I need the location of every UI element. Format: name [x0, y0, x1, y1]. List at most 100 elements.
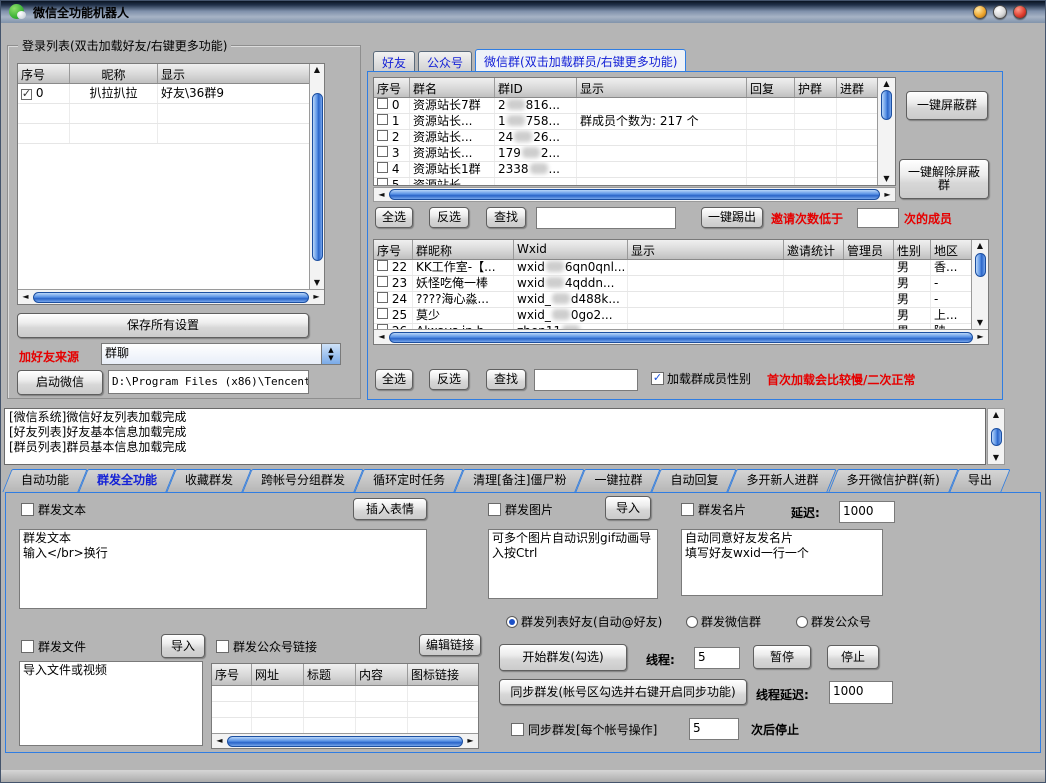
- member-row[interactable]: 24 ????海心淼... wxid_d488k... 男 -: [374, 292, 971, 308]
- block-groups-button[interactable]: 一键屏蔽群: [906, 91, 988, 120]
- col-admin[interactable]: 管理员: [844, 240, 894, 259]
- col-region[interactable]: 地区: [931, 240, 971, 259]
- tab-auto-functions[interactable]: 自动功能: [7, 469, 83, 492]
- log-vertical-scrollbar[interactable]: ▲ ▼: [987, 408, 1005, 465]
- accounts-vertical-scrollbar[interactable]: ▲ ▼: [309, 64, 324, 289]
- scroll-up-icon[interactable]: ▲: [881, 79, 892, 89]
- col-reply[interactable]: 回复: [747, 78, 795, 97]
- scroll-thumb[interactable]: [33, 292, 309, 303]
- groups-find-button[interactable]: 查找: [486, 207, 526, 228]
- groups-invert-button[interactable]: 反选: [429, 207, 469, 228]
- tab-mass-send[interactable]: 群发全功能: [83, 469, 171, 492]
- tab-export[interactable]: 导出: [954, 469, 1006, 492]
- tab-scheduled-tasks[interactable]: 循环定时任务: [359, 469, 459, 492]
- mass-card-area[interactable]: 自动同意好友发名片 填写好友wxid一行一个: [681, 529, 883, 596]
- tab-multi-newcomer[interactable]: 多开新人进群: [732, 469, 832, 492]
- sync-count-input[interactable]: 5: [689, 718, 739, 740]
- mass-text-option[interactable]: 群发文本: [21, 501, 86, 518]
- members-invert-button[interactable]: 反选: [429, 369, 469, 390]
- link-table-horizontal-scrollbar[interactable]: ◄ ►: [212, 733, 478, 748]
- import-image-button[interactable]: 导入: [605, 496, 651, 520]
- col-group-id[interactable]: 群ID: [495, 78, 577, 97]
- members-horizontal-scrollbar[interactable]: ◄ ►: [374, 329, 988, 344]
- groups-vertical-scrollbar[interactable]: ▲ ▼: [877, 78, 895, 185]
- tab-one-key-group-invite[interactable]: 一键拉群: [580, 469, 656, 492]
- thread-delay-input[interactable]: 1000: [829, 681, 893, 704]
- sync-per-account-checkbox[interactable]: [511, 723, 524, 736]
- edit-link-button[interactable]: 编辑链接: [419, 634, 481, 656]
- row-checkbox[interactable]: [377, 114, 388, 125]
- members-search-input[interactable]: [534, 369, 638, 391]
- groups-horizontal-scrollbar[interactable]: ◄ ►: [373, 187, 896, 202]
- row-checkbox[interactable]: [377, 308, 388, 319]
- groups-select-all-button[interactable]: 全选: [375, 207, 413, 228]
- send-to-friends-radio[interactable]: [506, 616, 518, 628]
- col-num[interactable]: 序号: [18, 64, 70, 83]
- member-row[interactable]: 23 妖怪吃俺一棒 wxid4qddn... 男 -: [374, 276, 971, 292]
- accounts-horizontal-scrollbar[interactable]: ◄ ►: [18, 289, 324, 304]
- close-button[interactable]: [1013, 5, 1027, 19]
- mass-file-area[interactable]: 导入文件或视频: [19, 661, 203, 746]
- scroll-down-icon[interactable]: ▼: [991, 453, 1002, 463]
- member-row[interactable]: 25 莫少 wxid_0go2... 男 上...: [374, 308, 971, 324]
- col-icon-link[interactable]: 图标链接: [408, 664, 478, 685]
- thread-input[interactable]: 5: [694, 647, 740, 669]
- row-checkbox[interactable]: [377, 276, 388, 287]
- send-to-groups-radio[interactable]: [686, 616, 698, 628]
- col-invite-stats[interactable]: 邀请统计: [784, 240, 844, 259]
- mass-link-checkbox[interactable]: [216, 640, 229, 653]
- scroll-right-icon[interactable]: ►: [882, 190, 893, 200]
- send-to-official-radio[interactable]: [796, 616, 808, 628]
- group-row[interactable]: 2 资源站长... 2426...: [374, 130, 877, 146]
- members-vertical-scrollbar[interactable]: ▲ ▼: [971, 240, 988, 329]
- scroll-left-icon[interactable]: ◄: [376, 190, 387, 200]
- col-join[interactable]: 进群: [837, 78, 877, 97]
- member-row[interactable]: 22 KK工作室-【... wxid6qn0qnl... 男 香...: [374, 260, 971, 276]
- scroll-thumb[interactable]: [991, 428, 1002, 446]
- scroll-up-icon[interactable]: ▲: [991, 410, 1002, 420]
- row-checkbox[interactable]: [377, 292, 388, 303]
- log-output[interactable]: [微信系统]微信好友列表加载完成 [好友列表]好友基本信息加载完成 [群员列表]…: [4, 408, 986, 465]
- scroll-right-icon[interactable]: ►: [975, 332, 986, 342]
- col-guard[interactable]: 护群: [795, 78, 837, 97]
- scroll-right-icon[interactable]: ►: [311, 292, 322, 302]
- scroll-up-icon[interactable]: ▲: [312, 65, 323, 75]
- col-gender[interactable]: 性别: [894, 240, 931, 259]
- mass-image-option[interactable]: 群发图片: [488, 501, 553, 518]
- scroll-thumb[interactable]: [389, 332, 973, 343]
- group-row[interactable]: 0 资源站长7群 2816...: [374, 98, 877, 114]
- unblock-groups-button[interactable]: 一键解除屏蔽群: [899, 159, 989, 199]
- account-checkbox[interactable]: [21, 89, 32, 100]
- row-checkbox[interactable]: [377, 130, 388, 141]
- mass-card-option[interactable]: 群发名片: [681, 501, 746, 518]
- stop-button[interactable]: 停止: [827, 645, 879, 669]
- tab-official-accounts[interactable]: 公众号: [418, 51, 472, 72]
- tab-auto-reply[interactable]: 自动回复: [656, 469, 732, 492]
- start-mass-send-button[interactable]: 开始群发(勾选): [499, 644, 627, 671]
- friend-source-combobox[interactable]: 群聊 ▲▼: [101, 343, 341, 365]
- group-row[interactable]: 3 资源站长... 1792...: [374, 146, 877, 162]
- tab-cross-account-send[interactable]: 跨帐号分组群发: [247, 469, 359, 492]
- mass-file-checkbox[interactable]: [21, 640, 34, 653]
- row-checkbox[interactable]: [377, 162, 388, 173]
- col-num[interactable]: 序号: [212, 664, 252, 685]
- scroll-thumb[interactable]: [312, 93, 323, 261]
- scroll-thumb[interactable]: [975, 253, 986, 277]
- tab-multi-group-guard[interactable]: 多开微信护群(新): [833, 469, 954, 492]
- group-row[interactable]: 5 资源站长...: [374, 178, 877, 185]
- scroll-thumb[interactable]: [389, 189, 880, 200]
- col-member-nick[interactable]: 群昵称: [413, 240, 514, 259]
- members-find-button[interactable]: 查找: [486, 369, 526, 390]
- row-checkbox[interactable]: [377, 146, 388, 157]
- col-title[interactable]: 标题: [304, 664, 356, 685]
- delay-input[interactable]: 1000: [839, 501, 895, 523]
- send-to-friends-option[interactable]: 群发列表好友(自动@好友): [506, 613, 662, 630]
- scroll-thumb[interactable]: [881, 90, 892, 120]
- pause-button[interactable]: 暂停: [753, 645, 811, 669]
- minimize-button[interactable]: [973, 5, 987, 19]
- group-row[interactable]: 1 资源站长... 1758... 群成员个数为: 217 个: [374, 114, 877, 130]
- row-checkbox[interactable]: [377, 260, 388, 271]
- scroll-thumb[interactable]: [227, 736, 463, 747]
- scroll-down-icon[interactable]: ▼: [881, 174, 892, 184]
- tab-favorite-send[interactable]: 收藏群发: [171, 469, 247, 492]
